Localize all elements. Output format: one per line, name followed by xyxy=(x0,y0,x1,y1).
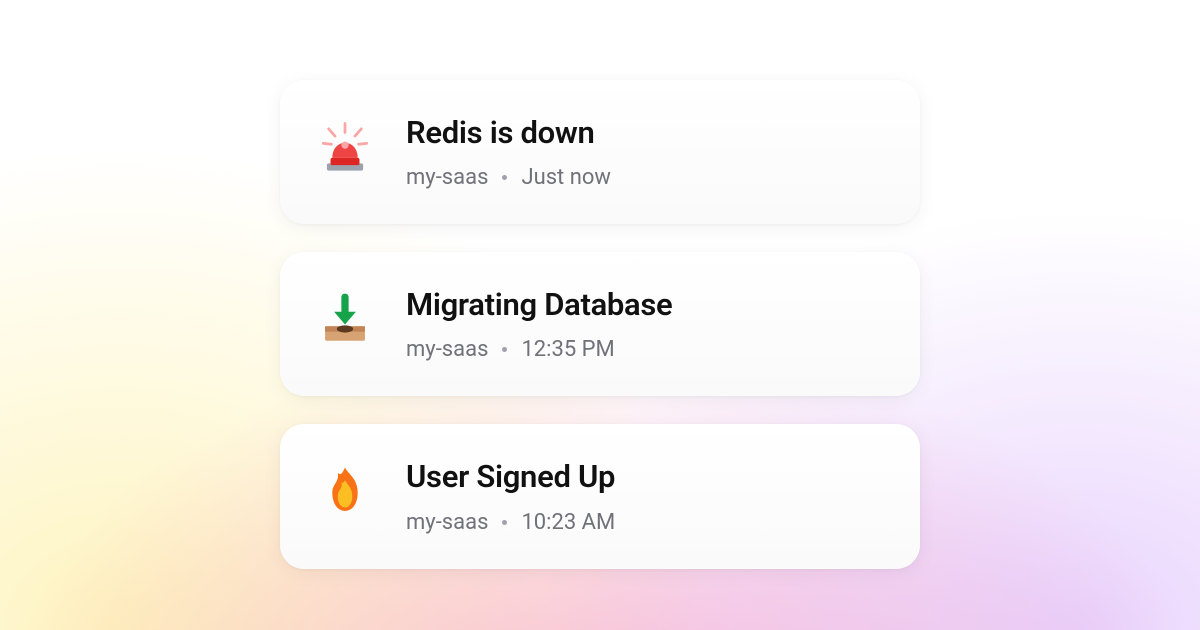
notification-project: my-saas xyxy=(406,510,488,535)
notification-title: Migrating Database xyxy=(406,286,880,323)
notification-meta: my-saas Just now xyxy=(406,165,880,190)
notification-card[interactable]: Redis is down my-saas Just now xyxy=(280,80,920,224)
notification-list: Redis is down my-saas Just now Migrating… xyxy=(280,80,920,569)
meta-separator-dot xyxy=(502,175,507,180)
inbox-arrow-icon xyxy=(316,290,374,348)
notification-time: 12:35 PM xyxy=(521,337,614,362)
notification-time: Just now xyxy=(521,165,611,190)
siren-icon xyxy=(316,118,374,176)
notification-project: my-saas xyxy=(406,337,488,362)
notification-content: User Signed Up my-saas 10:23 AM xyxy=(406,458,880,534)
notification-meta: my-saas 10:23 AM xyxy=(406,510,880,535)
notification-title: Redis is down xyxy=(406,114,880,151)
notification-title: User Signed Up xyxy=(406,458,880,495)
notification-card[interactable]: User Signed Up my-saas 10:23 AM xyxy=(280,424,920,568)
notification-content: Migrating Database my-saas 12:35 PM xyxy=(406,286,880,362)
fire-icon xyxy=(316,462,374,520)
meta-separator-dot xyxy=(502,347,507,352)
notification-project: my-saas xyxy=(406,165,488,190)
notification-meta: my-saas 12:35 PM xyxy=(406,337,880,362)
meta-separator-dot xyxy=(502,520,507,525)
notification-time: 10:23 AM xyxy=(521,510,615,535)
notification-card[interactable]: Migrating Database my-saas 12:35 PM xyxy=(280,252,920,396)
notification-content: Redis is down my-saas Just now xyxy=(406,114,880,190)
